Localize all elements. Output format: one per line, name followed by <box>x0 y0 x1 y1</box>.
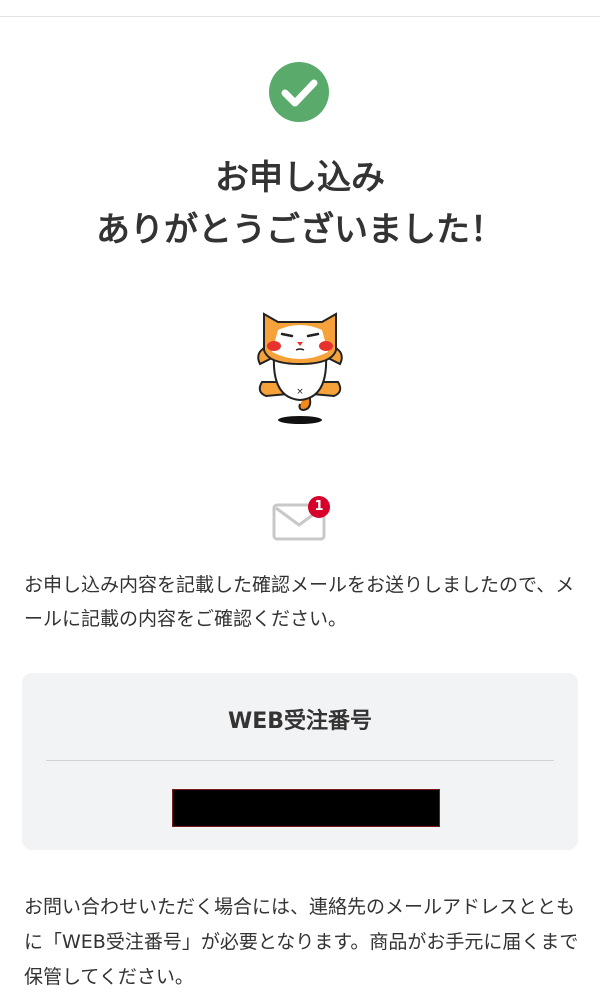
mail-count-badge: 1 <box>308 496 330 518</box>
page-title-line1: お申し込み <box>215 158 385 198</box>
svg-text:×: × <box>296 387 304 397</box>
page-title-line2: ありがとうございました！ <box>96 210 504 250</box>
order-card-divider <box>46 760 554 761</box>
inquiry-note: お問い合わせいただく場合には、連絡先のメールアドレスとともに「WEB受注番号」が… <box>24 896 579 988</box>
page-title: お申し込み ありがとうございました！ <box>0 152 600 256</box>
check-circle-icon <box>269 62 329 122</box>
header-divider <box>0 16 600 17</box>
order-number-value-redacted <box>172 789 440 827</box>
cat-mascot-illustration: × <box>257 312 343 424</box>
order-number-card: WEB受注番号 <box>22 673 578 850</box>
order-number-label: WEB受注番号 <box>227 709 373 734</box>
confirmation-message: お申し込み内容を記載した確認メールをお送りしましたので、メールに記載の内容をご確… <box>24 574 575 630</box>
